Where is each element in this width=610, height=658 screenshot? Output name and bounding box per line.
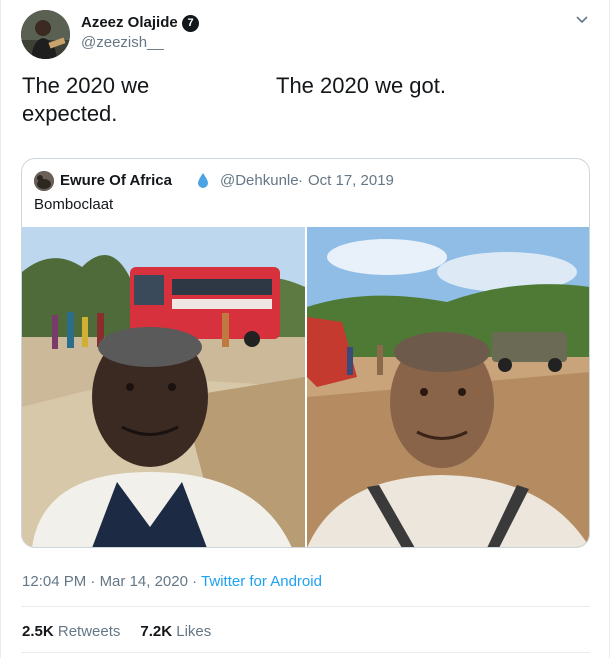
likes-stat[interactable]: 7.2K Likes: [140, 623, 211, 640]
verified-icon: 7: [182, 15, 199, 32]
author-avatar[interactable]: [21, 10, 70, 59]
meta-separator: ·: [192, 573, 198, 590]
tweet-text-left: The 2020 we expected.: [22, 73, 150, 126]
bus-selfie-photo[interactable]: [22, 227, 305, 547]
quoted-separator: ·: [298, 172, 303, 189]
quoted-display-name: Ewure Of Africa: [60, 172, 172, 189]
tweet: Azeez Olajide 7 @zeezish__ The 2020 we e…: [0, 0, 610, 658]
retweets-label: Retweets: [57, 623, 121, 640]
tweet-date[interactable]: Mar 14, 2020: [100, 573, 188, 590]
tweet-text-right: The 2020 we got.: [276, 73, 447, 98]
tweet-time[interactable]: 12:04 PM: [22, 573, 86, 590]
tweet-meta: 12:04 PM · Mar 14, 2020 · Twitter for An…: [22, 573, 322, 590]
likes-label: Likes: [176, 623, 212, 640]
divider: [21, 652, 590, 653]
divider: [21, 606, 590, 607]
tweet-stats: 2.5K Retweets 7.2K Likes: [22, 623, 211, 640]
quoted-text: Bomboclaat: [34, 196, 114, 213]
droplet-icon: [198, 173, 208, 188]
retweets-stat[interactable]: 2.5K Retweets: [22, 623, 120, 640]
author-display-name[interactable]: Azeez Olajide: [81, 14, 178, 31]
tweet-source-link[interactable]: Twitter for Android: [201, 573, 322, 590]
quoted-handle: @Dehkunle: [220, 172, 299, 189]
quoted-author-avatar: [34, 171, 54, 191]
likes-count: 7.2K: [140, 623, 173, 640]
retweets-count: 2.5K: [22, 623, 54, 640]
crash-selfie-photo[interactable]: [307, 227, 589, 547]
chevron-down-icon[interactable]: [574, 14, 590, 26]
author-handle[interactable]: @zeezish__: [81, 34, 164, 51]
quoted-tweet-card[interactable]: Ewure Of Africa @Dehkunle · Oct 17, 2019…: [21, 158, 590, 548]
meta-separator: ·: [90, 573, 96, 590]
quoted-date: Oct 17, 2019: [308, 172, 394, 189]
